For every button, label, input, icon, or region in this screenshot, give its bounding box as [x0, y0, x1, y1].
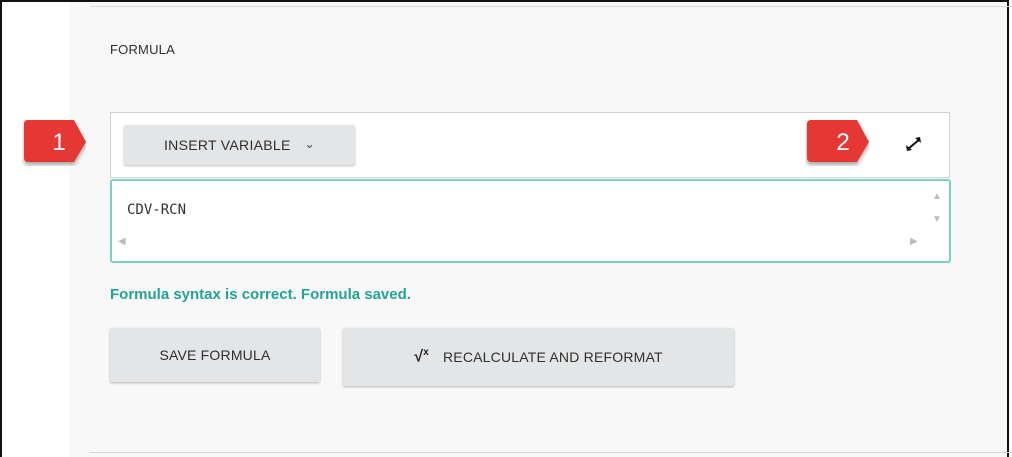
formula-text[interactable]: CDV-RCN: [127, 202, 186, 218]
formula-editor[interactable]: [110, 179, 951, 263]
callout-number: 2: [836, 129, 850, 156]
callout-marker: 1: [22, 118, 86, 166]
insert-variable-label: INSERT VARIABLE: [163, 137, 291, 153]
divider: [90, 452, 1010, 453]
recalculate-button[interactable]: √x RECALCULATE AND REFORMAT: [343, 328, 734, 386]
scroll-up-icon[interactable]: ▲: [932, 192, 942, 202]
recalculate-label: RECALCULATE AND REFORMAT: [442, 349, 663, 365]
chevron-down-icon: ⌄: [304, 137, 316, 151]
save-formula-button[interactable]: SAVE FORMULA: [110, 328, 320, 382]
insert-variable-button[interactable]: INSERT VARIABLE ⌄: [124, 125, 355, 165]
expand-arrows-icon[interactable]: [902, 134, 926, 154]
status-message: Formula syntax is correct. Formula saved…: [110, 286, 411, 303]
save-formula-label: SAVE FORMULA: [159, 347, 271, 363]
callout-number: 1: [52, 129, 66, 156]
scroll-down-icon[interactable]: ▼: [932, 215, 942, 225]
divider: [90, 6, 1010, 7]
scroll-right-icon[interactable]: ▶: [910, 237, 918, 247]
callout-marker: 2: [805, 118, 869, 166]
square-root-icon: √x: [414, 347, 429, 366]
scroll-left-icon[interactable]: ◀: [118, 237, 126, 247]
section-title: FORMULA: [110, 42, 175, 57]
